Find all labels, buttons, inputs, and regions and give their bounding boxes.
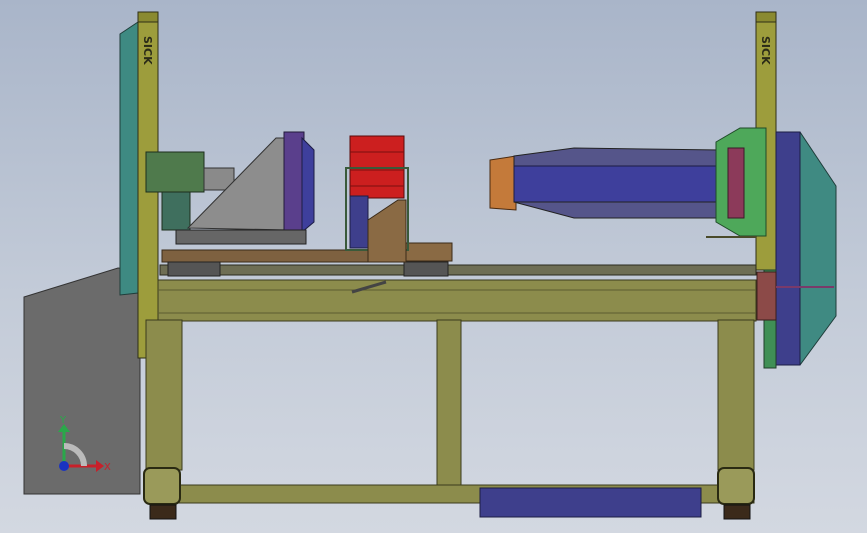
nozzle-taper-top — [513, 147, 721, 169]
blue-motor-cap — [301, 136, 315, 234]
left-sensor-brand: SICK — [141, 36, 154, 65]
right-purple-plate — [775, 131, 801, 366]
left-teal-plate — [119, 21, 139, 296]
x-axis-label: X — [104, 462, 111, 473]
foot-bracket-left — [143, 467, 181, 505]
ring-maroon-band — [727, 147, 745, 219]
motor-base — [175, 229, 307, 245]
frame-top-beam — [157, 279, 757, 322]
frame-leg-right — [717, 319, 755, 471]
purple-motor-face — [283, 131, 305, 235]
rail-carriage-right — [403, 261, 449, 277]
frame-leg-mid — [436, 319, 462, 486]
nozzle-cone-tip — [489, 155, 517, 211]
cad-viewport[interactable]: SICK SICK Y X — [0, 0, 867, 533]
foot-pad-left — [149, 504, 177, 520]
assembly-canvas[interactable]: SICK SICK Y X — [0, 0, 867, 533]
stack-purple-base — [349, 195, 369, 249]
linear-rail — [159, 264, 757, 276]
right-maroon-block — [756, 271, 777, 321]
foot-bracket-right — [717, 467, 755, 505]
y-axis-label: Y — [59, 415, 67, 426]
motor-green-housing — [145, 151, 205, 193]
nozzle-body — [513, 165, 721, 203]
bottom-purple-plate — [479, 487, 702, 518]
z-axis-dot-icon — [59, 461, 69, 471]
right-curtain-cap — [755, 11, 777, 23]
right-sensor-brand: SICK — [759, 36, 772, 65]
foot-pad-right — [723, 504, 751, 520]
left-curtain-cap — [137, 11, 159, 23]
frame-leg-left — [145, 319, 183, 471]
rail-carriage-left — [167, 261, 221, 277]
nozzle-taper-bottom — [513, 201, 721, 219]
motor-green-plate — [161, 191, 191, 231]
stack-bracket — [367, 199, 407, 263]
